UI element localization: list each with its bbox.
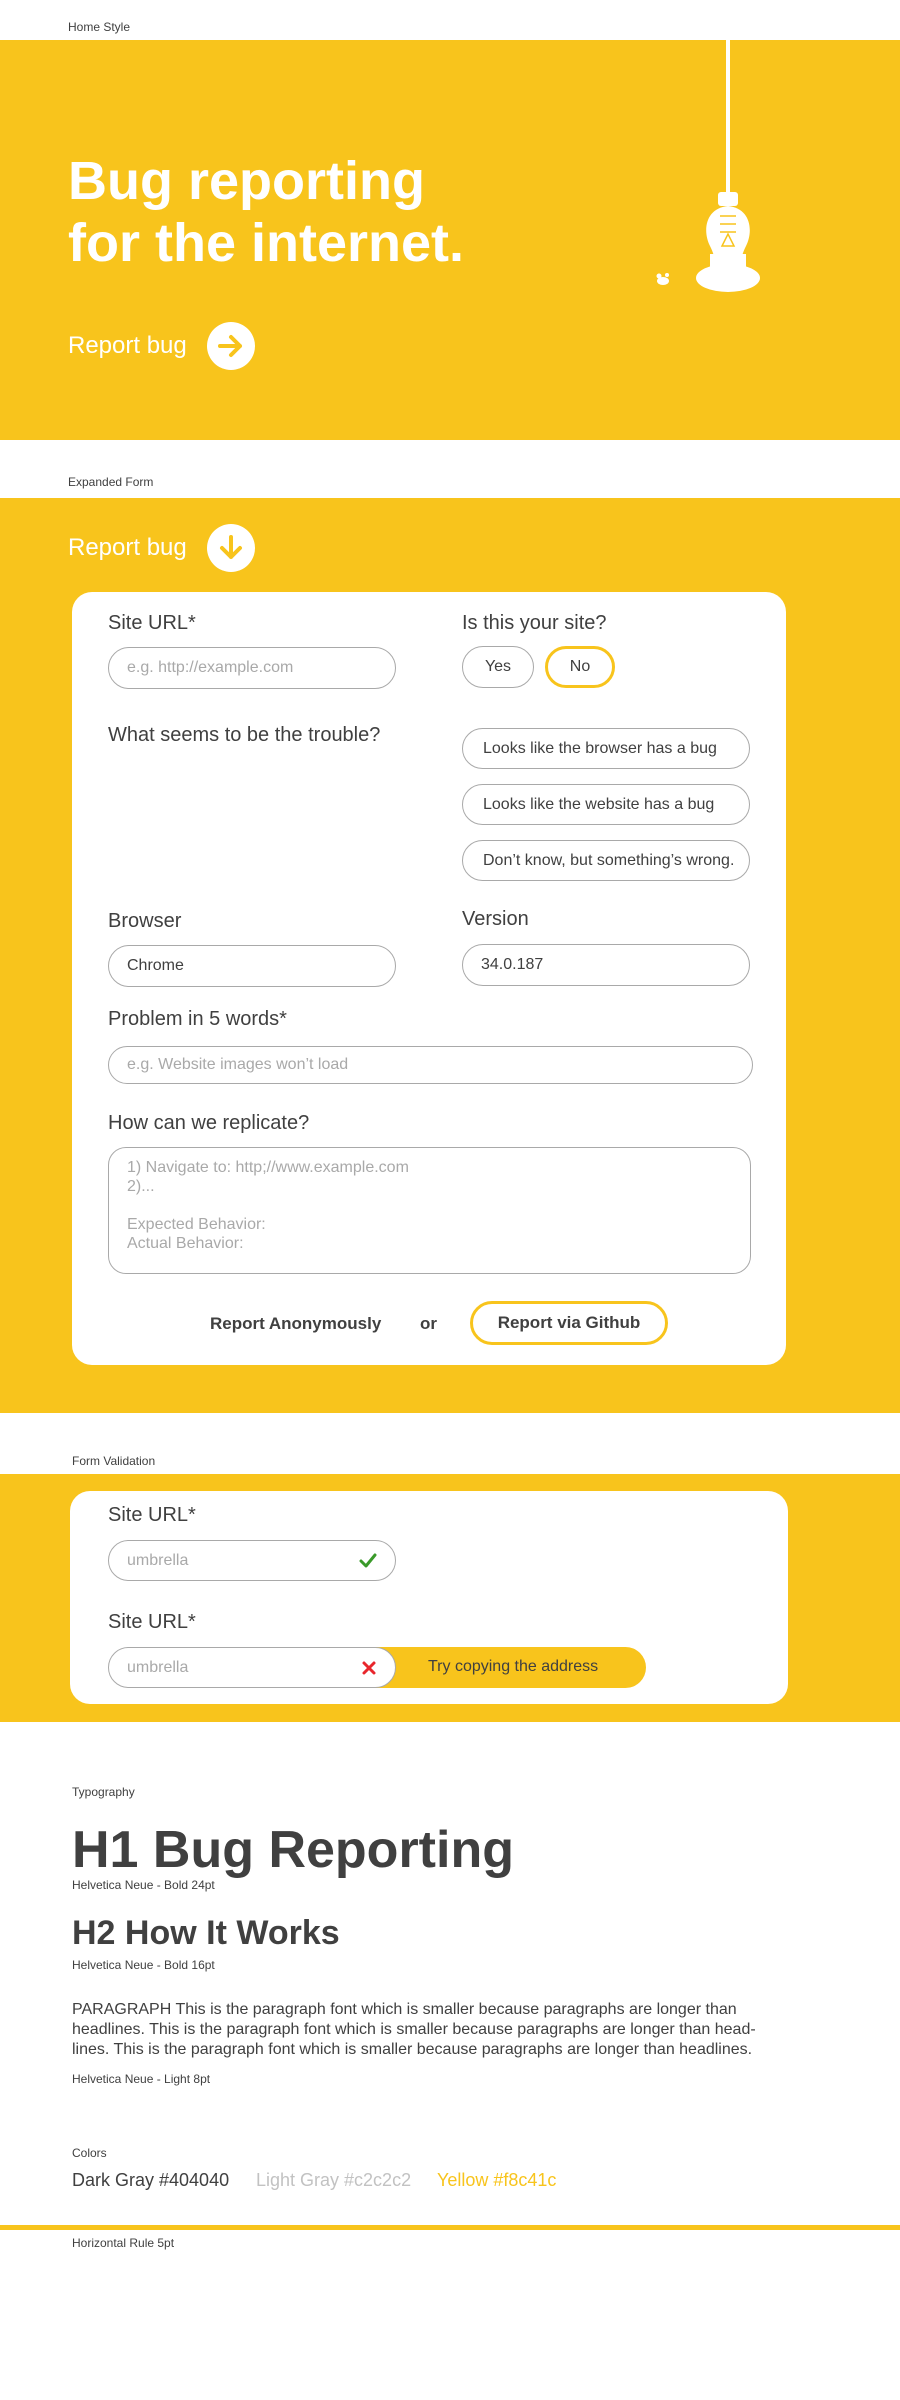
hero-title: Bug reporting for the internet. (68, 150, 464, 274)
hero-title-line1: Bug reporting (68, 151, 425, 211)
report-via-github-button[interactable]: Report via Github (470, 1301, 668, 1345)
validation-hint-text: Try copying the address (428, 1658, 599, 1675)
section-label-horizontal-rule: Horizontal Rule 5pt (72, 2236, 175, 2250)
version-label: Version (462, 908, 529, 930)
paragraph-sample: PARAGRAPH This is the paragraph font whi… (72, 2001, 756, 2058)
bug-icon (656, 273, 669, 285)
browser-input[interactable]: Chrome (108, 945, 396, 987)
problem-label: Problem in 5 words* (108, 1008, 287, 1030)
browser-label: Browser (108, 910, 182, 932)
hero-report-bug-button[interactable]: Report bug (68, 322, 255, 370)
h1-caption: Helvetica Neue - Bold 24pt (72, 1878, 215, 1892)
check-icon (359, 1553, 377, 1567)
x-icon (362, 1661, 376, 1674)
trouble-option-unknown[interactable]: Don’t know, but something’s wrong. (462, 840, 750, 881)
color-light-gray: Light Gray #c2c2c2 (256, 2170, 412, 2190)
valid-site-url-value: umbrella (127, 1551, 189, 1569)
yes-button[interactable]: Yes (462, 646, 534, 688)
trouble-label: What seems to be the trouble? (108, 724, 381, 746)
invalid-site-url-label: Site URL* (108, 1611, 196, 1633)
invalid-site-url-value: umbrella (127, 1658, 189, 1676)
paragraph-caption: Helvetica Neue - Light 8pt (72, 2072, 211, 2086)
hero-title-line2: for the internet. (68, 213, 465, 273)
hero-band: Bug reporting for the internet. Report b… (0, 40, 900, 440)
form-report-bug-button[interactable]: Report bug (68, 524, 255, 572)
section-label-expanded-form: Expanded Form (68, 475, 154, 489)
arrow-right-icon[interactable] (206, 322, 255, 370)
problem-input[interactable]: e.g. Website images won’t load (108, 1046, 753, 1084)
form-report-bug-label: Report bug (68, 534, 187, 561)
version-input[interactable]: 34.0.187 (462, 944, 750, 986)
horizontal-rule (0, 2225, 900, 2230)
section-label-typography: Typography (72, 1785, 135, 1799)
site-url-label: Site URL* (108, 612, 196, 634)
valid-site-url-input[interactable]: umbrella (108, 1540, 396, 1581)
replicate-label: How can we replicate? (108, 1112, 310, 1134)
site-url-input[interactable]: e.g. http://example.com (108, 647, 396, 689)
replicate-textarea[interactable]: 1) Navigate to: http;//www.example.com 2… (108, 1147, 751, 1274)
trouble-option-website[interactable]: Looks like the website has a bug (462, 784, 750, 825)
color-yellow: Yellow #f8c41c (437, 2170, 557, 2190)
light-bulb-icon (696, 40, 760, 292)
trouble-option-browser[interactable]: Looks like the browser has a bug (462, 728, 750, 769)
section-label-home-style: Home Style (68, 20, 131, 34)
section-label-colors: Colors (72, 2146, 107, 2160)
section-label-form-validation: Form Validation (72, 1454, 156, 1468)
h2-sample: H2 How It Works (72, 1914, 340, 1952)
or-text: or (420, 1314, 437, 1333)
validation-hint-bar: Try copying the address (368, 1647, 646, 1688)
report-anonymously-link[interactable]: Report Anonymously (210, 1314, 381, 1334)
no-button[interactable]: No (545, 646, 615, 688)
h2-caption: Helvetica Neue - Bold 16pt (72, 1958, 215, 1972)
valid-site-url-label: Site URL* (108, 1504, 196, 1526)
arrow-down-icon[interactable] (206, 524, 255, 572)
h1-sample: H1 Bug Reporting (72, 1821, 514, 1879)
your-site-label: Is this your site? (462, 612, 607, 634)
invalid-site-url-input[interactable]: umbrella (108, 1647, 396, 1688)
color-dark-gray: Dark Gray #404040 (72, 2170, 230, 2190)
hero-report-bug-label: Report bug (68, 332, 187, 359)
